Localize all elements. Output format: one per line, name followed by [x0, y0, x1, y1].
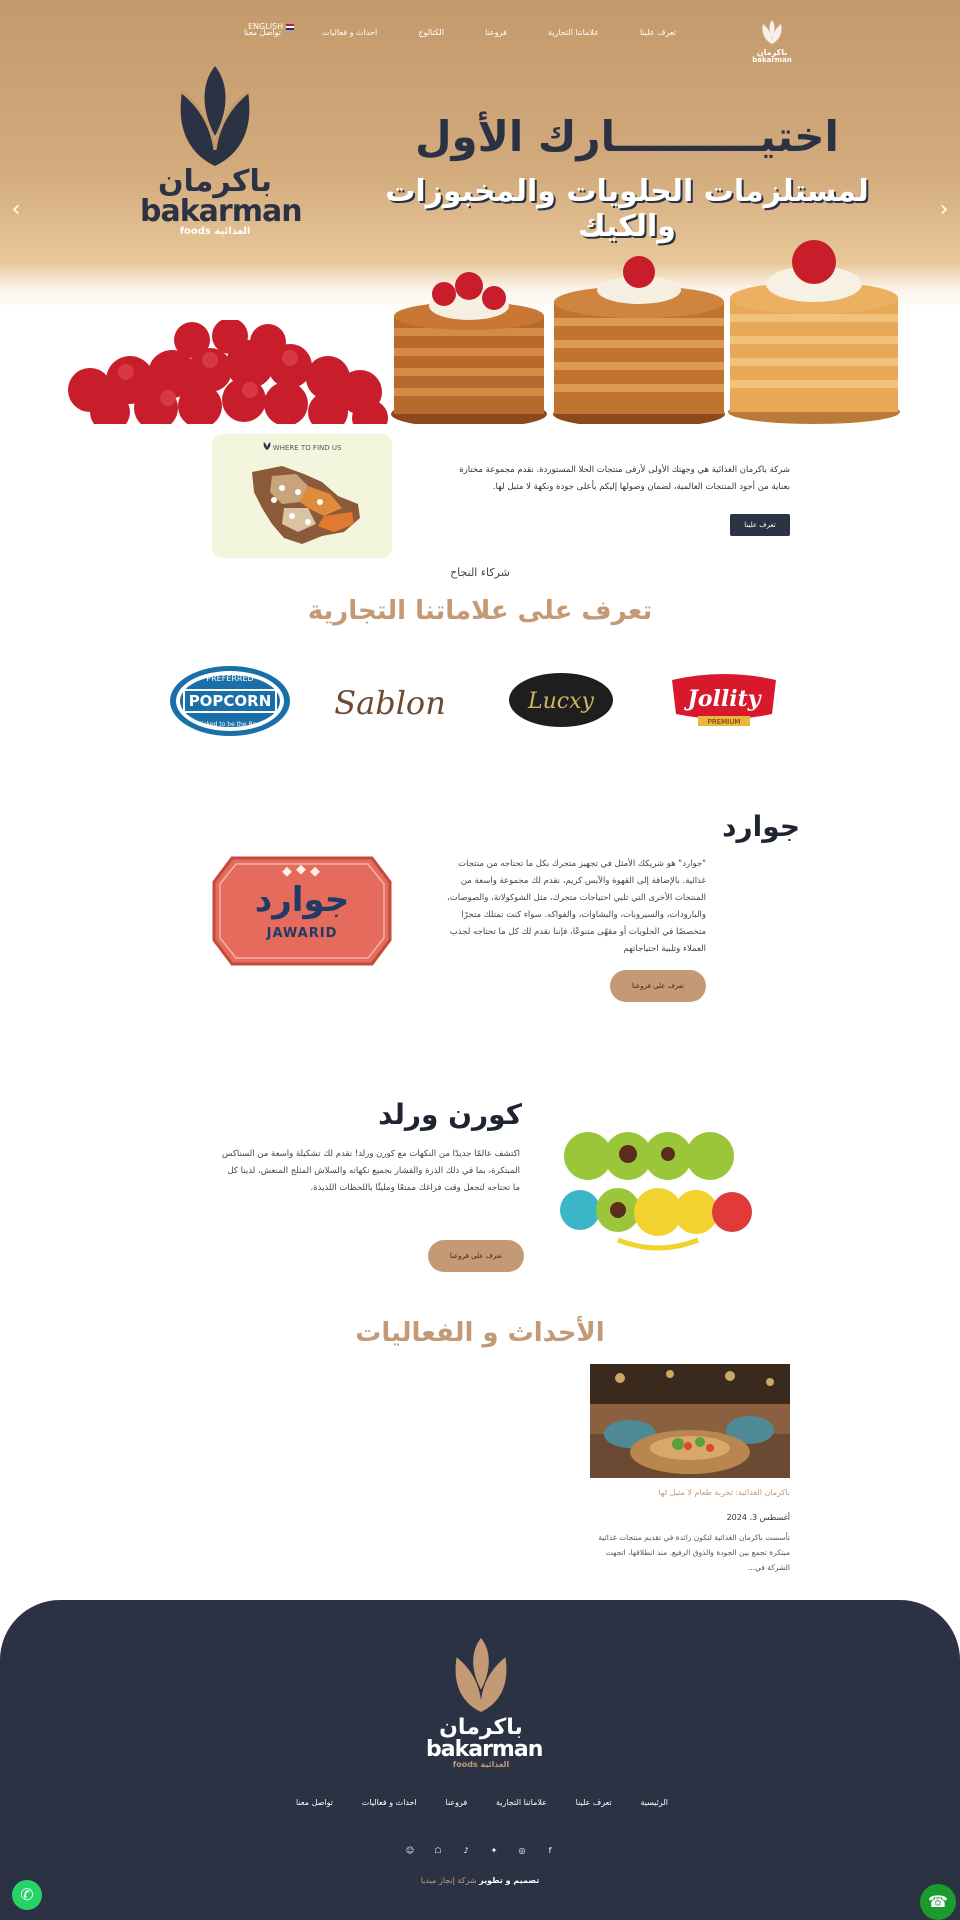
cornworld-branches-button[interactable]: تعرف على فروعنا [428, 1240, 524, 1272]
chevron-left-icon[interactable]: ‹ [6, 198, 26, 222]
footer-nav-contact[interactable]: تواصل معنا [296, 1798, 333, 1807]
event-title-link[interactable]: باكرمان الغذائية: تجربة طعام لا مثيل لها [590, 1488, 790, 1497]
credit-prefix: تصميم و تطوير [479, 1876, 540, 1885]
svg-text:PREFERRED: PREFERRED [206, 674, 253, 683]
map-heading-text: WHERE TO FIND US [272, 444, 342, 452]
jawarid-logo: جوارد JAWARID [212, 852, 392, 970]
leaf-logo-icon [762, 20, 782, 44]
social-links: f ◎ ✦ ♪ ☖ ☺ [404, 1846, 556, 1855]
about-us-button[interactable]: تعرف علينا [730, 514, 790, 536]
raspberries-image [68, 320, 388, 424]
footer-nav-about[interactable]: تعرف علينا [576, 1798, 612, 1807]
language-switcher[interactable]: ENGLISH [248, 22, 295, 31]
restaurant-photo [590, 1364, 790, 1478]
nav-events[interactable]: احداث و فعاليات [318, 24, 381, 41]
jawarid-logo-english: JAWARID [266, 926, 338, 941]
facebook-icon[interactable]: f [544, 1846, 556, 1855]
leaf-logo-icon [263, 442, 270, 450]
pancakes-image [391, 240, 900, 424]
hero-headline: اختيــــــــــارك الأول [415, 112, 839, 161]
language-label: ENGLISH [248, 22, 284, 31]
phone-call-icon[interactable]: ☎ [920, 1884, 956, 1920]
leaf-logo-icon [180, 66, 250, 166]
event-card[interactable]: باكرمان الغذائية: تجربة طعام لا مثيل لها… [590, 1364, 790, 1575]
svg-text:Jollity: Jollity [683, 686, 762, 712]
hero-logo-sub-ar: الغذائية [214, 226, 251, 237]
footer-navigation: الرئيسية تعرف علينا علاماتنا التجارية فر… [296, 1798, 668, 1807]
hero-logo-english: bakarman [140, 194, 303, 229]
jawarid-branches-button[interactable]: تعرف على فروعنا [610, 970, 706, 1002]
popcorn-brand-logo[interactable]: POPCORN PREFERRED Picked to be the Best [168, 664, 292, 738]
event-image [590, 1364, 790, 1478]
jawarid-title: جوارد [722, 810, 800, 843]
footer-logo-sub-en: foods [452, 1760, 478, 1769]
partners-label: شركاء النجاح [450, 566, 510, 579]
svg-text:Sablon: Sablon [334, 684, 446, 722]
hero-logo: باكرمان bakarman foods الغذائية [140, 66, 303, 238]
twitter-icon[interactable]: ✦ [488, 1846, 500, 1855]
svg-text:PREMIUM: PREMIUM [708, 718, 741, 726]
main-menu: تعرف علينا علاماتنا التجارية فروعنا الكت… [240, 24, 680, 41]
brand-logos: POPCORN PREFERRED Picked to be the Best … [168, 660, 794, 746]
header-logo-english: bakarman [752, 56, 792, 64]
tiktok-icon[interactable]: ♪ [460, 1846, 472, 1855]
event-date: أغسطس 3، 2024 [726, 1513, 790, 1522]
uk-flag-icon [286, 23, 295, 30]
saudi-map-image [252, 466, 360, 544]
header-logo[interactable]: باكرمان bakarman [752, 20, 792, 64]
footer-nav-branches[interactable]: فروعنا [446, 1798, 468, 1807]
map-heading: WHERE TO FIND US [212, 442, 392, 452]
footer-nav-events[interactable]: احداث و فعاليات [362, 1798, 417, 1807]
cornworld-text: اكتشف عالمًا جديدًا من النكهات مع كورن و… [222, 1149, 520, 1193]
footer-logo-sub-ar: الغذائية [480, 1760, 510, 1769]
jawarid-text: "جوارد" هو شريكك الأمثل في تجهيز متجرك ب… [447, 859, 706, 954]
footer-nav-home[interactable]: الرئيسية [640, 1798, 668, 1807]
footer-logo[interactable]: باكرمان bakarman foods الغذائية [426, 1638, 543, 1769]
footer-logo-english: bakarman [426, 1737, 543, 1762]
hero-logo-sub-en: foods [179, 226, 211, 237]
svg-text:POPCORN: POPCORN [189, 692, 272, 710]
nav-catalog[interactable]: الكتالوج [414, 24, 448, 41]
hero-banner: باكرمان bakarman تعرف علينا علاماتنا الت… [0, 0, 960, 424]
events-title: الأحداث و الفعاليات [355, 1318, 605, 1348]
nav-about[interactable]: تعرف علينا [636, 24, 680, 41]
nav-branches[interactable]: فروعنا [481, 24, 511, 41]
lucxy-brand-logo[interactable]: Lucxy [508, 672, 614, 728]
footer: باكرمان bakarman foods الغذائية الرئيسية… [0, 1600, 960, 1920]
jollity-brand-logo[interactable]: Jollity PREMIUM [666, 672, 782, 730]
top-navigation: باكرمان bakarman تعرف علينا علاماتنا الت… [0, 16, 960, 66]
snapchat-icon[interactable]: ☖ [432, 1846, 444, 1855]
credit-company-link[interactable]: شركة إنجاز ميديا [421, 1876, 477, 1885]
where-to-find-us-card[interactable]: WHERE TO FIND US [212, 434, 392, 558]
intro-section: WHERE TO FIND US شركة باكرمان الغذائية ه… [0, 432, 960, 562]
whatsapp-icon[interactable]: ✆ [12, 1880, 42, 1910]
footer-credit: تصميم و تطوير شركة إنجاز ميديا [0, 1876, 960, 1885]
jawarid-logo-arabic: جوارد [254, 880, 350, 920]
leaf-logo-icon [455, 1638, 507, 1712]
footer-nav-brands[interactable]: علاماتنا التجارية [496, 1798, 547, 1807]
sablon-brand-logo[interactable]: Sablon [330, 670, 450, 740]
discord-icon[interactable]: ☺ [404, 1846, 416, 1855]
svg-text:Lucxy: Lucxy [527, 689, 595, 714]
cornworld-logo [560, 1132, 752, 1251]
brands-title: تعرف على علاماتنا التجارية [307, 596, 653, 626]
hero-subheadline: لمستلزمات الحلويات والمخبوزات والكيك [385, 174, 869, 244]
svg-text:Picked to be the Best: Picked to be the Best [198, 721, 262, 728]
cornworld-title: كورن ورلد [378, 1098, 522, 1131]
intro-text: شركة باكرمان الغذائية هي وجهتك الأولى لأ… [459, 465, 790, 492]
nav-brands[interactable]: علاماتنا التجارية [544, 24, 603, 41]
chevron-right-icon[interactable]: › [934, 198, 954, 222]
event-description: تأسست باكرمان الغذائية لتكون رائدة في تق… [598, 1533, 790, 1572]
instagram-icon[interactable]: ◎ [516, 1846, 528, 1855]
